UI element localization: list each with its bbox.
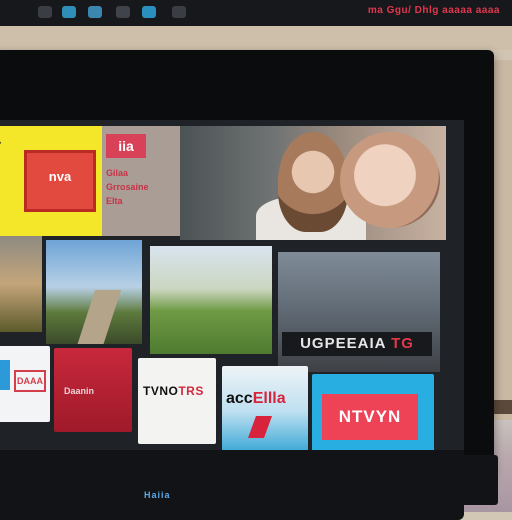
promo-logo: iia <box>106 134 146 158</box>
tile-path <box>76 290 122 344</box>
hero-face-girl <box>278 132 348 232</box>
hero-yellow-tile[interactable]: • nva <box>0 126 102 236</box>
tv-frame: • nva iia Gilaa Grrosaine Elta UGPEEAIA … <box>0 50 494 520</box>
clock-icon[interactable] <box>142 6 156 18</box>
hero-face-woman <box>340 132 440 228</box>
status-bar: ma Ggu/ Dhlg aaaaa aaaa <box>0 0 512 26</box>
app-tile-4[interactable]: accEllla <box>222 366 308 456</box>
feature-tile[interactable]: UGPEEAIA TG <box>278 252 440 372</box>
cast-icon[interactable] <box>62 6 76 18</box>
app-2-label: Daanin <box>64 386 95 396</box>
app-4-label-main: acc <box>226 390 253 407</box>
app-tile-2[interactable]: Daanin <box>54 348 132 432</box>
app-3-label-main: TVNO <box>143 384 179 398</box>
tv-screen: • nva iia Gilaa Grrosaine Elta UGPEEAIA … <box>0 120 464 472</box>
bell-icon[interactable] <box>116 6 130 18</box>
app-5-logo: NTVYN <box>322 394 418 440</box>
hero-mark: • <box>0 138 1 148</box>
hero-featured-image[interactable] <box>180 126 446 240</box>
landscape-tile-1[interactable] <box>0 236 42 332</box>
app-4-label: accEllla <box>226 390 286 408</box>
app-4-label-accent: Ellla <box>252 390 286 407</box>
hero-promo-tile[interactable]: iia Gilaa Grrosaine Elta <box>102 126 180 236</box>
app-1-logo: DAAA <box>14 370 46 392</box>
status-text: ma Ggu/ Dhlg aaaaa aaaa <box>367 5 500 16</box>
feature-wordmark: UGPEEAIA TG <box>282 332 432 356</box>
user-icon[interactable] <box>172 6 186 18</box>
field-tile[interactable] <box>150 246 272 354</box>
tv-stand <box>440 455 498 505</box>
wall <box>0 26 512 50</box>
screen-icon[interactable] <box>38 6 52 18</box>
app-3-label: TVNOTRS <box>143 384 204 398</box>
app-3-label-accent: TRS <box>178 384 204 398</box>
app-4-mark <box>247 416 273 438</box>
mail-icon[interactable] <box>88 6 102 18</box>
hero-badge: nva <box>24 150 96 212</box>
landscape-tile-2[interactable] <box>46 240 142 344</box>
app-tile-3[interactable]: TVNOTRS <box>138 358 216 444</box>
promo-lines: Gilaa Grrosaine Elta <box>106 168 149 206</box>
feature-wordmark-accent: TG <box>391 335 414 352</box>
app-1-strip <box>0 360 10 390</box>
app-tile-1[interactable]: DAAA <box>0 346 50 422</box>
tv-bezel-bottom <box>0 450 464 520</box>
feature-wordmark-main: UGPEEAIA <box>300 335 386 352</box>
tv-brand-logo: Haiia <box>144 490 171 500</box>
